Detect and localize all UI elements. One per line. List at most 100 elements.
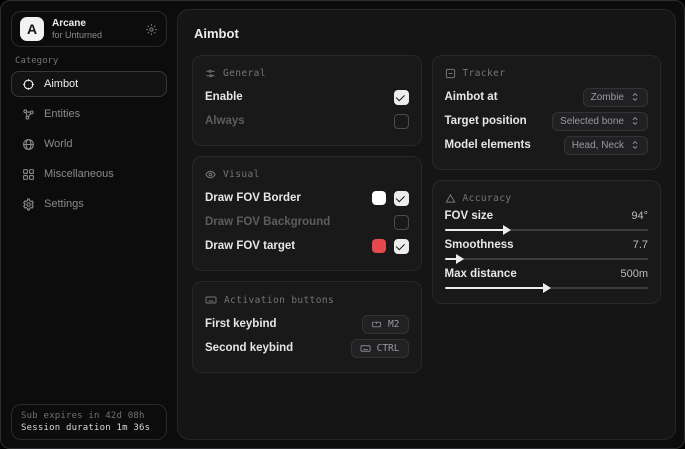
sidebar-item-miscellaneous[interactable]: Miscellaneous (11, 161, 167, 187)
setting-label: Aimbot at (445, 91, 498, 103)
enable-checkbox[interactable] (394, 90, 409, 105)
chevrons-up-down-icon (630, 140, 640, 150)
gear-icon[interactable] (145, 23, 158, 36)
chevrons-up-down-icon (630, 92, 640, 102)
entities-icon (22, 108, 35, 121)
slider-row-fov-size: FOV size 94° (445, 210, 649, 231)
aimbot-at-dropdown[interactable]: Zombie (583, 88, 648, 107)
focus-icon (445, 68, 456, 79)
brand-card: A Arcane for Unturned (11, 11, 167, 47)
setting-row-fov-background: Draw FOV Background (205, 210, 409, 234)
slider-value: 94° (631, 210, 648, 222)
gear-icon (22, 198, 35, 211)
general-card: General Enable Always (192, 55, 422, 146)
sidebar-item-entities[interactable]: Entities (11, 101, 167, 127)
setting-row-first-keybind: First keybind M2 (205, 312, 409, 336)
category-label: Category (15, 56, 58, 66)
setting-label: Second keybind (205, 342, 293, 354)
setting-label: First keybind (205, 318, 277, 330)
setting-row-aimbot-at: Aimbot at Zombie (445, 85, 649, 109)
setting-row-second-keybind: Second keybind CTRL (205, 336, 409, 360)
always-checkbox[interactable] (394, 114, 409, 129)
keyboard-icon (360, 343, 371, 354)
keybind-value: M2 (388, 319, 399, 330)
setting-label: Draw FOV Background (205, 216, 330, 228)
slider-value: 500m (620, 268, 648, 280)
setting-label: FOV size (445, 210, 494, 222)
card-title: Visual (223, 169, 260, 180)
slider-row-max-distance: Max distance 500m (445, 268, 649, 289)
setting-label: Max distance (445, 268, 517, 280)
sidebar-item-label: World (44, 138, 73, 150)
setting-row-fov-target: Draw FOV target (205, 234, 409, 258)
chevrons-up-down-icon (630, 116, 640, 126)
eye-icon (205, 169, 216, 180)
card-title: Accuracy (463, 193, 512, 204)
color-swatch-white[interactable] (372, 191, 386, 205)
card-title: Tracker (463, 68, 506, 79)
brand-subtitle: for Unturned (52, 30, 137, 40)
setting-label: Always (205, 115, 245, 127)
fov-border-checkbox[interactable] (394, 191, 409, 206)
setting-label: Smoothness (445, 239, 514, 251)
sidebar-item-label: Entities (44, 108, 80, 120)
slider-value: 7.7 (633, 239, 648, 251)
setting-row-target-position: Target position Selected bone (445, 109, 649, 133)
visual-card: Visual Draw FOV Border Draw FOV Backgrou… (192, 156, 422, 271)
globe-icon (22, 138, 35, 151)
model-elements-dropdown[interactable]: Head, Neck (564, 136, 648, 155)
crosshair-icon (22, 78, 35, 91)
app-window: A Arcane for Unturned Category A (0, 0, 685, 449)
sidebar-item-label: Miscellaneous (44, 168, 114, 180)
keybind-value: CTRL (377, 343, 400, 354)
setting-label: Draw FOV Border (205, 192, 301, 204)
sidebar-item-label: Aimbot (44, 78, 78, 90)
setting-label: Model elements (445, 139, 531, 151)
first-keybind-button[interactable]: M2 (362, 315, 408, 334)
card-title: General (223, 68, 266, 79)
sidebar-item-aimbot[interactable]: Aimbot (11, 71, 167, 97)
card-title: Activation buttons (224, 295, 334, 306)
sidebar: A Arcane for Unturned Category A (1, 1, 177, 448)
activation-card: Activation buttons First keybind M2 (192, 281, 422, 373)
sidebar-item-settings[interactable]: Settings (11, 191, 167, 217)
target-position-dropdown[interactable]: Selected bone (552, 112, 648, 131)
setting-label: Target position (445, 115, 527, 127)
tracker-card: Tracker Aimbot at Zombie (432, 55, 662, 170)
sidebar-nav: Aimbot Entities World (11, 71, 167, 217)
fov-target-checkbox[interactable] (394, 239, 409, 254)
fov-size-slider[interactable] (445, 229, 649, 231)
slider-thumb[interactable] (543, 283, 551, 293)
smoothness-slider[interactable] (445, 258, 649, 260)
slider-thumb[interactable] (456, 254, 464, 264)
sub-expiry-text: Sub expires in 42d 08h (21, 411, 157, 421)
setting-row-always: Always (205, 109, 409, 133)
page-title: Aimbot (194, 26, 661, 41)
second-keybind-button[interactable]: CTRL (351, 339, 409, 358)
brand-logo: A (20, 17, 44, 41)
setting-label: Enable (205, 91, 243, 103)
main-panel: Aimbot General Enable (177, 9, 676, 440)
mouse-icon (371, 319, 382, 330)
session-duration-text: Session duration 1m 36s (21, 423, 157, 433)
slider-row-smoothness: Smoothness 7.7 (445, 239, 649, 260)
fov-background-checkbox[interactable] (394, 215, 409, 230)
keyboard-icon (205, 294, 217, 306)
setting-row-enable: Enable (205, 85, 409, 109)
max-distance-slider[interactable] (445, 287, 649, 289)
setting-row-model-elements: Model elements Head, Neck (445, 133, 649, 157)
grid-icon (22, 168, 35, 181)
brand-name: Arcane (52, 18, 137, 30)
dropdown-value: Selected bone (560, 116, 624, 127)
sidebar-item-world[interactable]: World (11, 131, 167, 157)
dropdown-value: Head, Neck (572, 140, 624, 151)
triangle-icon (445, 193, 456, 204)
sliders-icon (205, 68, 216, 79)
color-swatch-red[interactable] (372, 239, 386, 253)
accuracy-card: Accuracy FOV size 94° (432, 180, 662, 304)
sidebar-item-label: Settings (44, 198, 84, 210)
setting-row-fov-border: Draw FOV Border (205, 186, 409, 210)
subscription-info: Sub expires in 42d 08h Session duration … (11, 404, 167, 440)
setting-label: Draw FOV target (205, 240, 295, 252)
slider-thumb[interactable] (503, 225, 511, 235)
